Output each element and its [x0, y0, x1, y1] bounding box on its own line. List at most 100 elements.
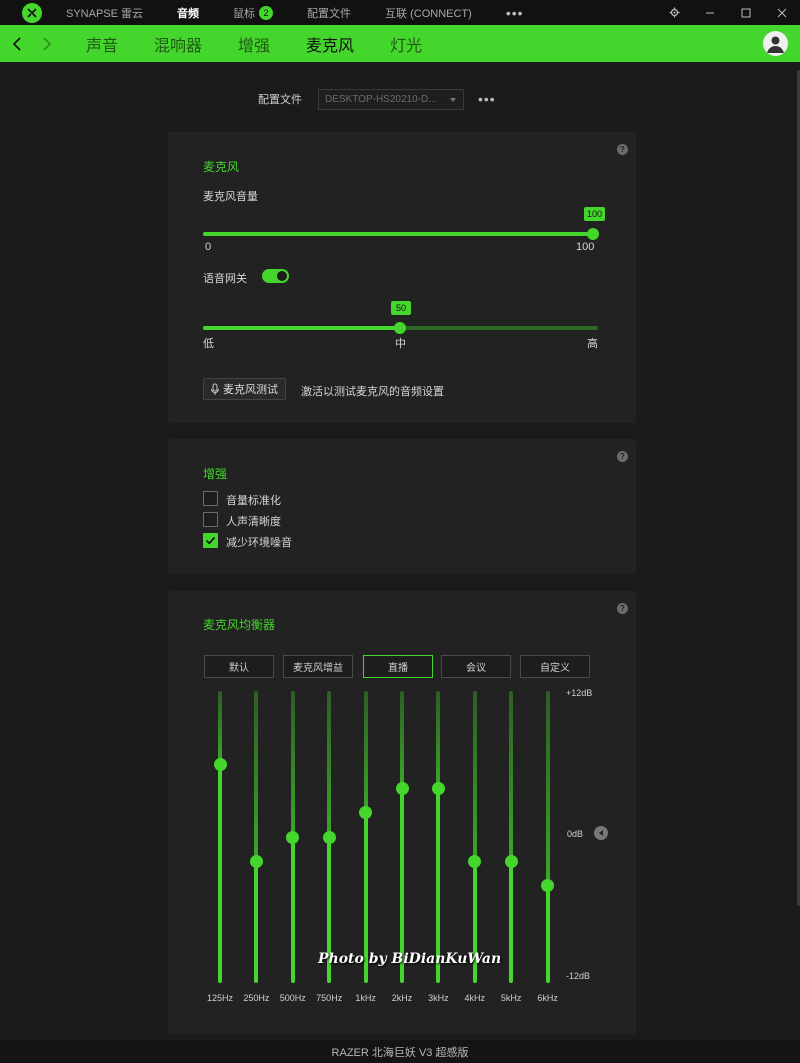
more-menu-icon[interactable]: •••	[506, 5, 524, 21]
microphone-card: ? 麦克风 麦克风音量 100 0 100 语音网关 50 低 中 高 麦克风测…	[168, 132, 636, 423]
voice-gate-label: 语音网关	[203, 273, 247, 285]
eq-freq-label: 4kHz	[464, 993, 486, 1003]
eq-track-5kHz[interactable]	[509, 691, 514, 983]
eq-track-125Hz[interactable]	[218, 691, 222, 983]
checkbox-volume-normalization[interactable]	[203, 491, 218, 506]
settings-gear-icon[interactable]	[656, 0, 692, 25]
tab-lighting[interactable]: 灯光	[390, 32, 422, 56]
preset-custom[interactable]: 自定义	[520, 655, 590, 678]
mic-volume-max: 100	[576, 241, 595, 253]
eq-thumb-5kHz[interactable]	[504, 854, 518, 868]
voice-gate-tooltip: 50	[391, 301, 411, 315]
checkmark-icon	[205, 536, 216, 545]
profile-dropdown[interactable]: DESKTOP-HS20210-D...	[318, 88, 464, 110]
voice-gate-low: 低	[203, 338, 214, 350]
equalizer-title: 麦克风均衡器	[203, 618, 276, 632]
preset-default[interactable]: 默认	[204, 655, 274, 678]
enhance-card: ? 增强 音量标准化 人声清晰度 减少环境噪音	[168, 439, 636, 574]
back-arrow-icon[interactable]	[2, 25, 32, 62]
eq-freq-label: 2kHz	[391, 993, 413, 1003]
mic-volume-fill	[203, 232, 593, 236]
preset-meeting[interactable]: 会议	[441, 655, 511, 678]
mic-volume-label: 麦克风音量	[203, 191, 258, 203]
chevron-down-icon	[450, 97, 456, 102]
help-icon[interactable]: ?	[617, 144, 628, 155]
eq-thumb-3kHz[interactable]	[431, 781, 445, 795]
enhance-title: 增强	[203, 467, 228, 481]
eq-thumb-500Hz[interactable]	[286, 830, 300, 844]
microphone-icon	[211, 383, 219, 395]
help-icon[interactable]: ?	[617, 451, 628, 462]
nav-profiles[interactable]: 配置文件	[307, 5, 351, 21]
voice-gate-fill	[203, 326, 400, 330]
device-name: RAZER 北海巨妖 V3 超感版	[331, 1046, 469, 1059]
eq-freq-label: 5kHz	[500, 993, 522, 1003]
eq-freq-label: 125Hz	[206, 993, 233, 1003]
db-mid-label: 0dB	[567, 829, 584, 839]
help-icon[interactable]: ?	[617, 603, 628, 614]
mic-volume-tooltip: 100	[584, 207, 606, 221]
eq-track-4kHz[interactable]	[472, 691, 477, 983]
forward-arrow-icon[interactable]	[32, 25, 62, 62]
eq-freq-label: 750Hz	[316, 993, 343, 1003]
eq-freq-label: 6kHz	[537, 993, 558, 1003]
eq-track-2kHz[interactable]	[400, 691, 404, 983]
equalizer-card: ? 麦克风均衡器 默认 麦克风增益 直播 会议 自定义 125Hz 250Hz 50…	[168, 591, 636, 1034]
tab-microphone[interactable]: 麦克风	[306, 32, 354, 56]
checkbox-vocal-clarity[interactable]	[203, 512, 218, 527]
eq-thumb-250Hz[interactable]	[249, 854, 263, 868]
eq-track-1kHz[interactable]	[363, 691, 368, 983]
eq-freq-label: 500Hz	[279, 993, 306, 1003]
preset-mic-boost[interactable]: 麦克风增益	[283, 655, 353, 678]
eq-thumb-750Hz[interactable]	[322, 830, 336, 844]
eq-track-3kHz[interactable]	[436, 691, 441, 983]
checkbox-noise-reduction[interactable]	[203, 533, 218, 548]
voice-gate-mid: 中	[395, 338, 406, 350]
eq-freq-label: 1kHz	[355, 993, 376, 1003]
microphone-title: 麦克风	[203, 160, 240, 174]
razer-logo-icon[interactable]	[22, 2, 42, 23]
minimize-icon[interactable]	[692, 0, 728, 25]
eq-track-250Hz[interactable]	[254, 691, 259, 983]
preset-streaming[interactable]: 直播	[363, 655, 433, 678]
db-min-label: -12dB	[566, 971, 591, 981]
close-icon[interactable]	[764, 0, 800, 25]
voice-gate-high: 高	[587, 338, 598, 350]
voice-gate-thumb[interactable]	[393, 322, 406, 334]
nav-audio[interactable]: 音频	[177, 5, 199, 21]
watermark: Photo by BiDianKuWan	[318, 951, 502, 967]
mic-test-hint: 激活以测试麦克风的音频设置	[301, 386, 444, 398]
profile-more-icon[interactable]: •••	[478, 91, 496, 107]
maximize-icon[interactable]	[728, 0, 764, 25]
status-bar: RAZER 北海巨妖 V3 超感版	[0, 1040, 800, 1063]
nav-connect[interactable]: 互联 (CONNECT)	[385, 5, 472, 21]
eq-thumb-2kHz[interactable]	[395, 781, 409, 795]
tab-sound[interactable]: 声音	[86, 32, 118, 56]
eq-thumb-125Hz[interactable]	[213, 757, 227, 771]
mic-volume-min: 0	[205, 241, 212, 253]
voice-gate-toggle[interactable]	[262, 269, 289, 283]
eq-freq-label: 3kHz	[428, 993, 449, 1003]
eq-thumb-1kHz[interactable]	[359, 806, 373, 820]
tab-enhance[interactable]: 增强	[238, 32, 270, 56]
user-avatar-icon[interactable]	[763, 31, 788, 56]
mic-volume-thumb[interactable]	[587, 228, 599, 240]
nav-synapse[interactable]: SYNAPSE 雷云	[66, 5, 143, 21]
eq-track-6kHz[interactable]	[545, 691, 550, 983]
noise-reduction-label: 减少环境噪音	[226, 537, 292, 549]
eq-thumb-6kHz[interactable]	[541, 879, 555, 893]
nav-mouse[interactable]: 鼠标 2	[233, 5, 274, 21]
volume-normalization-label: 音量标准化	[226, 495, 281, 507]
tab-mixer[interactable]: 混响器	[154, 32, 202, 56]
notification-badge: 2	[259, 5, 274, 20]
eq-freq-label: 250Hz	[243, 993, 270, 1003]
profile-label: 配置文件	[258, 94, 302, 106]
db-max-label: +12dB	[566, 688, 593, 698]
title-bar: SYNAPSE 雷云 音频 鼠标 2 配置文件 互联 (CONNECT) •••	[0, 0, 800, 25]
tab-bar: 声音 混响器 增强 麦克风 灯光	[0, 25, 800, 62]
profile-row: 配置文件 DESKTOP-HS20210-D... •••	[258, 88, 496, 110]
mic-test-label: 麦克风测试	[223, 384, 278, 396]
eq-thumb-4kHz[interactable]	[468, 854, 482, 868]
reset-to-zero-icon[interactable]	[594, 826, 608, 840]
mic-test-button[interactable]: 麦克风测试	[203, 378, 286, 400]
